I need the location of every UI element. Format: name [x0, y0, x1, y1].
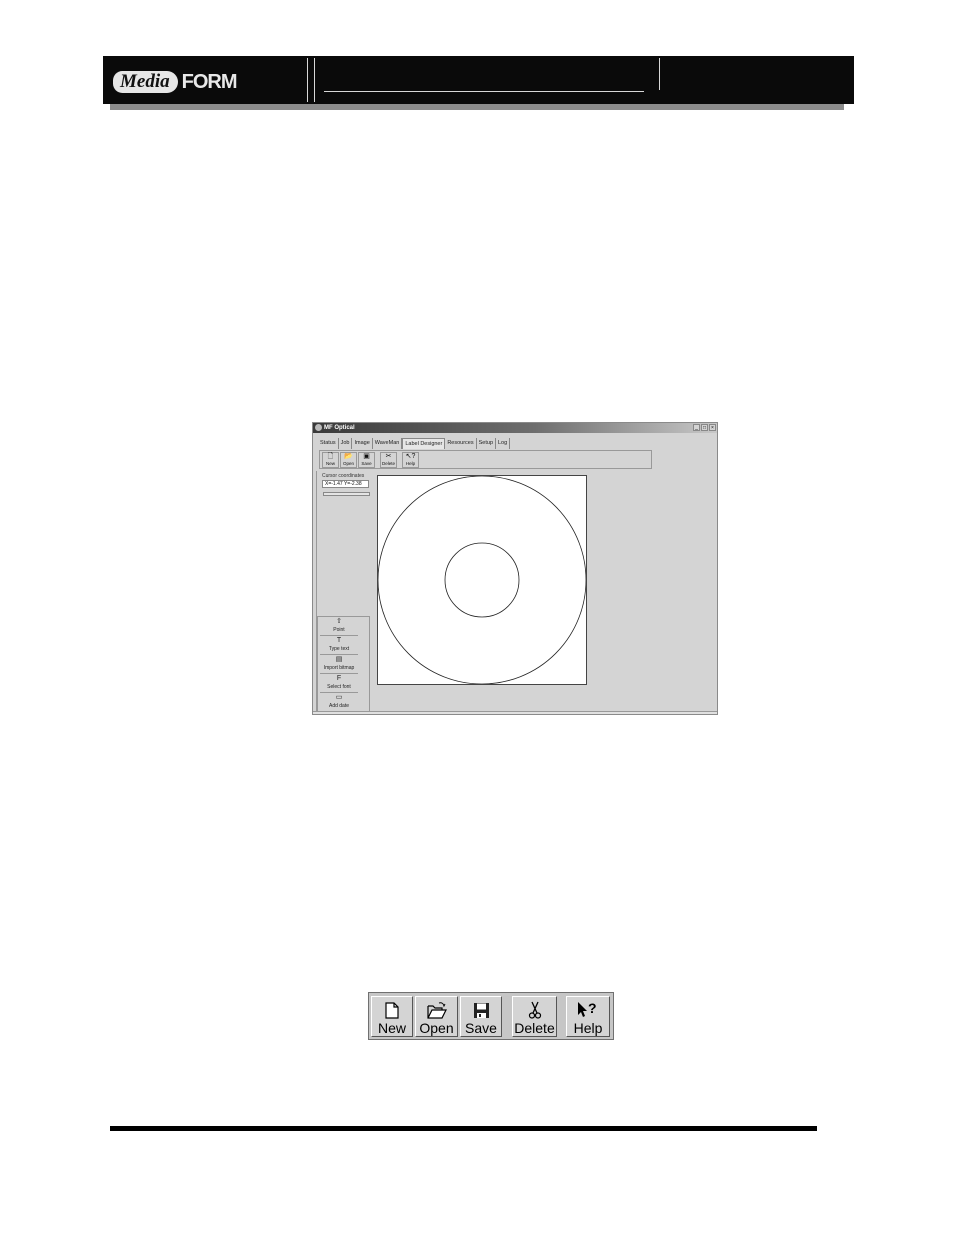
disc-outer-edge	[378, 476, 586, 684]
pointer-arrow-icon: ⇧	[336, 618, 342, 625]
tool-point[interactable]: ⇧ Point	[320, 617, 358, 636]
window-titlebar: MF Optical _ □ ×	[313, 423, 717, 433]
open-folder-icon: 📂	[344, 452, 353, 460]
window-title: MF Optical	[324, 425, 355, 431]
help-pointer-icon: ↖?	[405, 452, 416, 460]
tab-job[interactable]: Job	[339, 438, 353, 449]
floppy-disk-icon	[473, 1000, 490, 1020]
app-icon	[315, 424, 322, 431]
tool-import-bitmap-label: Import bitmap	[323, 665, 355, 671]
scissors-icon	[528, 1000, 542, 1020]
tab-label-designer[interactable]: Label Designer	[402, 438, 446, 449]
bitmap-icon: ▤	[335, 656, 343, 663]
label-design-canvas[interactable]	[377, 475, 587, 685]
save-label: Save	[465, 1020, 497, 1036]
text-t-icon: T	[336, 637, 342, 644]
tab-setup[interactable]: Setup	[477, 438, 496, 449]
header-divider	[314, 58, 315, 102]
delete-label-small: Delete	[381, 460, 395, 466]
tool-select-font-label: Select font	[327, 684, 351, 690]
floppy-disk-icon: ▣	[363, 452, 370, 460]
tool-point-label: Point	[333, 627, 345, 633]
tab-waveman[interactable]: WaveMan	[373, 438, 403, 449]
help-button[interactable]: ? Help	[566, 996, 610, 1037]
tool-add-date-label: Add date	[328, 703, 350, 709]
tab-log[interactable]: Log	[496, 438, 511, 449]
save-button-small[interactable]: ▣ Save	[358, 451, 375, 468]
maximize-button[interactable]: □	[701, 424, 708, 431]
tab-image[interactable]: Image	[352, 438, 373, 449]
new-file-icon: 🗋	[327, 452, 334, 460]
disc-hub-ring	[444, 542, 520, 618]
logo-form-text: FORM	[181, 70, 238, 93]
open-button[interactable]: Open	[415, 996, 458, 1037]
header-underline	[324, 91, 644, 92]
horizontal-scrollbar[interactable]	[313, 711, 717, 714]
open-label: Open	[419, 1020, 454, 1036]
minimize-button[interactable]: _	[693, 424, 700, 431]
app-window-screenshot: MF Optical _ □ × Status Job Image WaveMa…	[312, 422, 718, 715]
save-label-small: Save	[361, 460, 372, 466]
new-file-icon	[385, 1000, 399, 1020]
open-folder-icon	[426, 1000, 447, 1020]
font-icon: F	[336, 675, 342, 682]
help-label: Help	[573, 1020, 603, 1036]
help-label-small: Help	[405, 460, 416, 466]
scissors-icon: ✂	[385, 452, 392, 460]
disc-outline	[378, 476, 586, 684]
open-label-small: Open	[342, 460, 354, 466]
tool-type-text[interactable]: T Type text	[320, 636, 358, 655]
label-designer-toolbar: New Open Save Delete ? Help	[368, 992, 614, 1040]
tool-type-text-label: Type text	[328, 646, 350, 652]
tab-status[interactable]: Status	[318, 438, 339, 449]
tool-import-bitmap[interactable]: ▤ Import bitmap	[320, 655, 358, 674]
new-button[interactable]: New	[371, 996, 413, 1037]
coordinate-slider[interactable]	[323, 492, 370, 496]
tool-add-date[interactable]: ▭ Add date	[320, 693, 358, 712]
help-pointer-icon: ?	[577, 1000, 599, 1020]
new-label: New	[377, 1020, 406, 1036]
delete-label: Delete	[514, 1020, 555, 1036]
header-divider	[307, 58, 308, 102]
header-divider	[659, 58, 660, 90]
close-button[interactable]: ×	[709, 424, 716, 431]
cursor-coordinates-value: X=-1.47 Y=-2.38	[322, 480, 369, 488]
tool-select-font[interactable]: F Select font	[320, 674, 358, 693]
new-label-small: New	[325, 460, 335, 466]
new-button-small[interactable]: 🗋 New	[322, 451, 339, 468]
cursor-coordinates-label: Cursor coordinates	[322, 473, 365, 479]
delete-button-small[interactable]: ✂ Delete	[380, 451, 397, 468]
tab-strip: Status Job Image WaveMan Label Designer …	[318, 438, 511, 449]
tab-resources[interactable]: Resources	[445, 438, 477, 449]
tool-palette: ⇧ Point T Type text ▤ Import bitmap F Select…	[317, 616, 370, 712]
mediaform-logo: Media FORM	[113, 67, 237, 97]
svg-text:?: ?	[588, 1001, 597, 1016]
delete-button[interactable]: Delete	[512, 996, 557, 1037]
save-button[interactable]: Save	[460, 996, 502, 1037]
logo-media-text: Media	[113, 71, 178, 93]
open-button-small[interactable]: 📂 Open	[340, 451, 357, 468]
help-button-small[interactable]: ↖? Help	[402, 451, 419, 468]
date-icon: ▭	[335, 694, 343, 701]
footer-rule	[110, 1126, 817, 1131]
small-toolbar: 🗋 New 📂 Open ▣ Save ✂ Delete ↖? Help	[319, 450, 652, 469]
